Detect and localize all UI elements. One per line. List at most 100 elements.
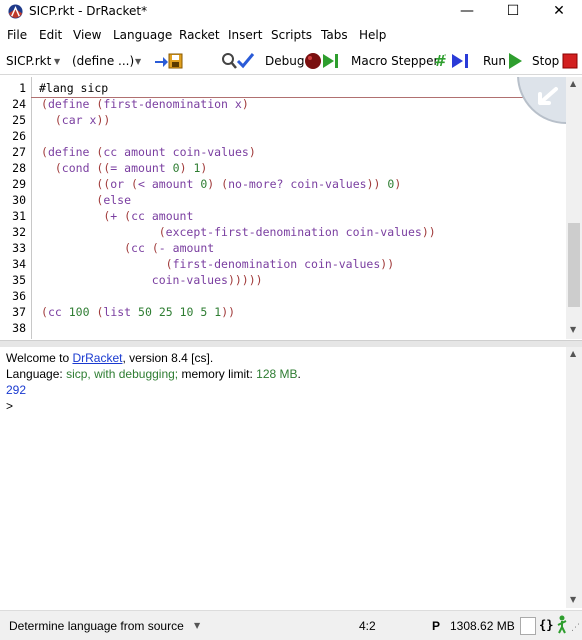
file-selector-label: SICP.rkt <box>6 54 52 68</box>
line-number: 36 <box>12 289 26 303</box>
run-icon[interactable] <box>507 52 523 70</box>
macro-stepper-icon[interactable]: # ' <box>434 52 472 70</box>
p-indicator: P <box>432 619 441 633</box>
welcome-suffix: , version 8.4 [cs]. <box>122 351 214 365</box>
menu-edit[interactable]: Edit <box>39 28 62 42</box>
define-selector-label: (define ...) <box>72 54 135 68</box>
code-line: (cond ((= amount 0) 1) <box>54 161 208 175</box>
check-syntax-icon[interactable] <box>220 51 256 71</box>
menu-bar: File Edit View Language Racket Insert Sc… <box>0 26 582 46</box>
cursor-position: 4:2 <box>359 619 376 633</box>
macro-stepper-label[interactable]: Macro Stepper <box>351 54 438 68</box>
definitions-editor[interactable]: 1 24 25 26 27 28 29 30 31 32 33 34 35 36… <box>0 77 566 339</box>
stop-icon[interactable] <box>562 52 578 70</box>
line-number: 29 <box>12 177 26 191</box>
debug-icon[interactable] <box>304 52 340 70</box>
repl-prompt[interactable]: > <box>6 399 13 413</box>
code-line: (define (cc amount coin-values) <box>41 145 256 159</box>
drracket-logo-icon <box>8 4 23 19</box>
toolbar: SICP.rkt ▼ (define ...) ▼ Debug Macro St… <box>0 48 582 75</box>
editor-scrollbar[interactable]: ▲ ▼ <box>566 77 582 339</box>
menu-scripts[interactable]: Scripts <box>271 28 312 42</box>
code-line: (car x)) <box>54 113 111 127</box>
memory-limit-value: 128 MB <box>256 367 298 381</box>
menu-view[interactable]: View <box>73 28 101 42</box>
memory-suffix: . <box>297 367 301 381</box>
chevron-down-icon[interactable]: ▼ <box>570 325 576 334</box>
maximize-icon: ☐ <box>506 3 520 19</box>
code-line: ((or (< amount 0) (no-more? coin-values)… <box>96 177 402 191</box>
file-selector[interactable]: SICP.rkt ▼ <box>6 48 64 74</box>
scrollbar-thumb[interactable] <box>568 223 580 307</box>
line-number: 25 <box>12 113 26 127</box>
code-line: (+ (cc amount <box>103 209 194 223</box>
line-number: 27 <box>12 145 26 159</box>
menu-insert[interactable]: Insert <box>228 28 262 42</box>
welcome-line: Welcome to DrRacket, version 8.4 [cs]. <box>6 351 213 365</box>
window-title: SICP.rkt - DrRacket* <box>29 4 148 18</box>
welcome-prefix: Welcome to <box>6 351 73 365</box>
chevron-up-icon[interactable]: ▲ <box>570 79 576 88</box>
line-number: 33 <box>12 241 26 255</box>
line-number: 37 <box>12 305 26 319</box>
line-number: 1 <box>19 81 26 95</box>
language-value: sicp, with debugging; <box>66 367 179 381</box>
menu-file[interactable]: File <box>7 28 27 42</box>
chevron-up-icon[interactable]: ▲ <box>570 349 576 358</box>
code-line: (first-denomination coin-values)) <box>165 257 395 271</box>
braces-icon[interactable]: {} <box>539 618 553 632</box>
menu-tabs[interactable]: Tabs <box>321 28 348 42</box>
memory-usage[interactable]: 1308.62 MB <box>450 619 515 633</box>
running-figure-icon <box>557 615 567 634</box>
menu-language[interactable]: Language <box>113 28 172 42</box>
close-button[interactable]: ✕ <box>536 0 582 24</box>
line-number: 35 <box>12 273 26 287</box>
close-icon: ✕ <box>553 3 565 19</box>
memory-prefix: memory limit: <box>178 367 257 381</box>
code-line: coin-values))))) <box>151 273 263 287</box>
code-line: (except-first-denomination coin-values)) <box>158 225 436 239</box>
interactions-pane[interactable]: Welcome to DrRacket, version 8.4 [cs]. L… <box>0 347 566 608</box>
status-bar: Determine language from source ▼ 4:2 P 1… <box>0 610 582 640</box>
title-bar: SICP.rkt - DrRacket* — ☐ ✕ <box>0 0 582 24</box>
line-number-gutter: 1 24 25 26 27 28 29 30 31 32 33 34 35 36… <box>0 77 32 339</box>
language-prefix: Language: <box>6 367 67 381</box>
save-icon[interactable] <box>154 52 184 70</box>
menu-help[interactable]: Help <box>359 28 386 42</box>
lang-line: #lang sicp <box>39 81 109 95</box>
line-number: 38 <box>12 321 26 335</box>
resize-grip-icon[interactable]: ⋰ <box>571 623 580 633</box>
run-label[interactable]: Run <box>483 54 506 68</box>
svg-text:': ' <box>444 53 446 62</box>
debug-label[interactable]: Debug <box>265 54 304 68</box>
line-number: 31 <box>12 209 26 223</box>
chevron-down-icon[interactable]: ▼ <box>570 595 576 604</box>
repl-scrollbar[interactable]: ▲ ▼ <box>566 347 582 608</box>
code-line: (define (first-denomination x) <box>41 97 249 111</box>
code-line: (cc 100 (list 50 25 10 5 1)) <box>41 305 236 319</box>
stop-label[interactable]: Stop <box>532 54 559 68</box>
code-line: (cc (- amount <box>124 241 215 255</box>
code-line: (else <box>96 193 132 207</box>
line-number: 24 <box>12 97 26 111</box>
gc-indicator <box>520 617 536 635</box>
language-selector-label: Determine language from source <box>9 619 184 633</box>
language-selector[interactable]: Determine language from source ▼ <box>9 611 209 639</box>
chevron-down-icon: ▼ <box>135 57 142 66</box>
minimize-button[interactable]: — <box>444 0 490 24</box>
result-value: 292 <box>6 383 27 397</box>
minimize-icon: — <box>460 3 474 19</box>
language-line: Language: sicp, with debugging; memory l… <box>6 367 301 381</box>
define-selector[interactable]: (define ...) ▼ <box>72 48 146 74</box>
line-number: 34 <box>12 257 26 271</box>
line-number: 32 <box>12 225 26 239</box>
line-number: 28 <box>12 161 26 175</box>
drracket-link[interactable]: DrRacket <box>72 351 122 365</box>
page-curl-icon <box>517 77 566 124</box>
line-number: 30 <box>12 193 26 207</box>
maximize-button[interactable]: ☐ <box>490 0 536 24</box>
menu-racket[interactable]: Racket <box>179 28 220 42</box>
chevron-down-icon: ▼ <box>54 57 61 66</box>
line-number: 26 <box>12 129 26 143</box>
chevron-down-icon: ▼ <box>194 621 201 630</box>
